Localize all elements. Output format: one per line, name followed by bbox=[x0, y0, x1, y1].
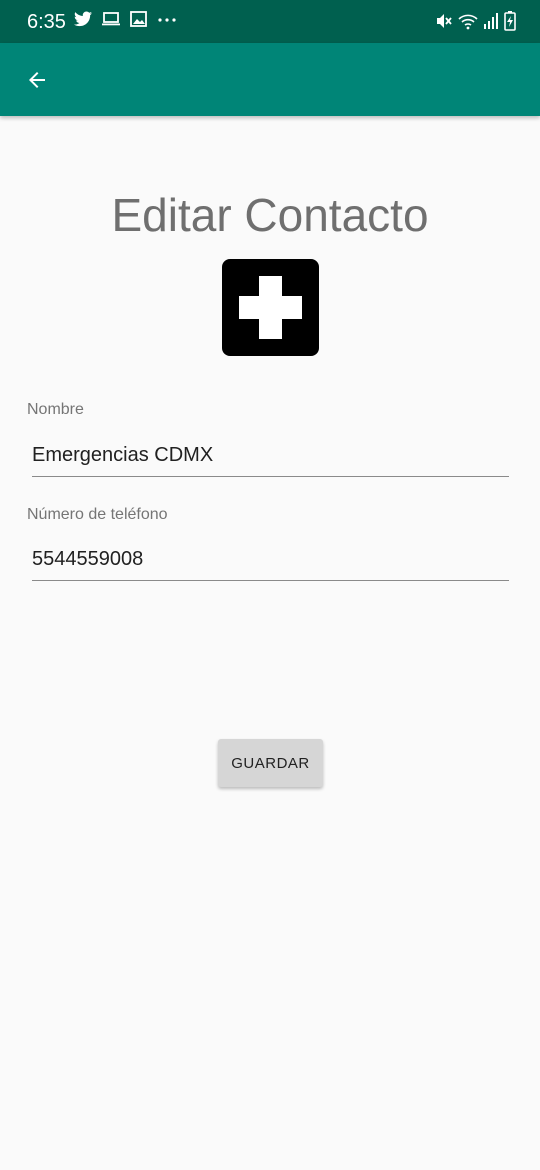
more-dots-icon bbox=[158, 18, 176, 22]
status-icons-left bbox=[74, 11, 178, 27]
status-bar: 6:35 bbox=[0, 0, 540, 43]
wifi-icon bbox=[458, 14, 478, 30]
phone-field[interactable] bbox=[32, 539, 509, 581]
back-button[interactable] bbox=[16, 59, 58, 101]
save-button[interactable]: GUARDAR bbox=[218, 739, 323, 787]
name-label: Nombre bbox=[27, 401, 84, 418]
cross-horizontal-bar bbox=[239, 296, 302, 319]
status-time: 6:35 bbox=[27, 11, 66, 33]
image-icon bbox=[130, 11, 147, 27]
app-bar bbox=[0, 43, 540, 116]
page-title: Editar Contacto bbox=[111, 189, 429, 241]
first-aid-cross-icon bbox=[222, 259, 319, 356]
battery-charging-icon bbox=[504, 11, 516, 31]
mute-icon bbox=[437, 14, 452, 28]
status-icons-right bbox=[435, 11, 516, 31]
phone-label: Número de teléfono bbox=[27, 506, 168, 523]
twitter-icon bbox=[74, 11, 92, 27]
signal-icon bbox=[484, 13, 498, 29]
laptop-icon bbox=[102, 12, 120, 26]
name-field[interactable] bbox=[32, 435, 509, 477]
arrow-back-icon bbox=[29, 72, 45, 88]
